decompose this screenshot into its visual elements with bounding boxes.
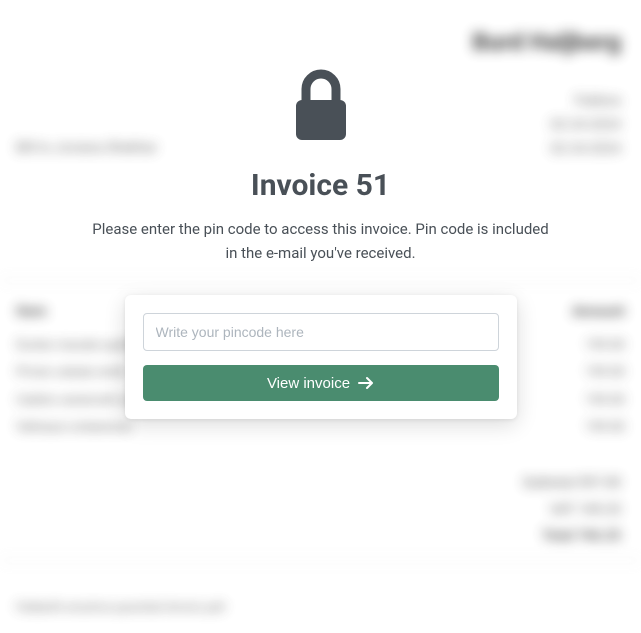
view-invoice-button-label: View invoice: [267, 375, 350, 392]
page-title: Invoice 51: [251, 168, 390, 203]
instruction-text: Please enter the pin code to access this…: [86, 217, 556, 265]
pincode-input[interactable]: [143, 313, 499, 351]
lock-icon: [290, 68, 352, 150]
view-invoice-button[interactable]: View invoice: [143, 365, 499, 401]
pincode-card: View invoice: [125, 295, 517, 419]
arrow-right-icon: [358, 376, 374, 390]
